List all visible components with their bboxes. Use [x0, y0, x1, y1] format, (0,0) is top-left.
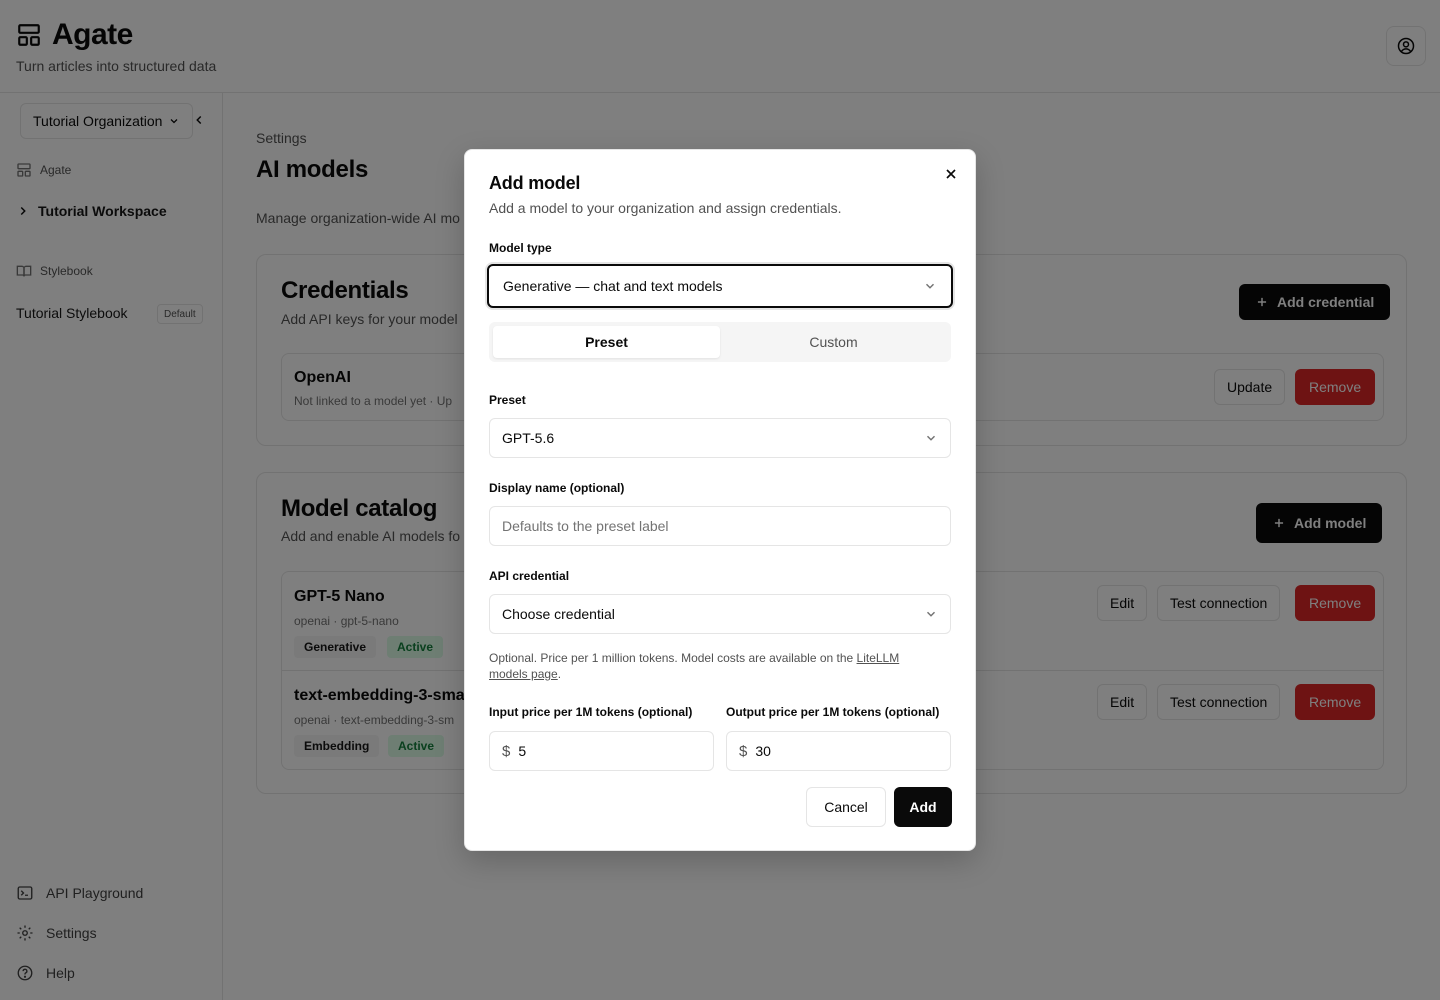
add-model-dialog: Add model Add a model to your organizati…	[464, 149, 976, 851]
chevron-down-icon	[925, 283, 935, 289]
display-name-placeholder: Defaults to the preset label	[502, 518, 669, 534]
currency-symbol: $	[502, 742, 511, 760]
close-icon[interactable]	[943, 166, 959, 182]
hint-text: Optional. Price per 1 million tokens. Mo…	[489, 651, 857, 665]
model-type-label: Model type	[489, 241, 552, 255]
input-price-label: Input price per 1M tokens (optional)	[489, 705, 693, 719]
currency-symbol: $	[739, 742, 748, 760]
model-type-value: Generative — chat and text models	[503, 278, 723, 294]
preset-custom-tabs: Preset Custom	[489, 322, 951, 362]
add-button[interactable]: Add	[894, 787, 952, 827]
preset-select[interactable]: GPT-5.6	[489, 418, 951, 458]
output-price-label: Output price per 1M tokens (optional)	[726, 705, 940, 719]
output-price-value: 30	[755, 743, 771, 759]
api-credential-select[interactable]: Choose credential	[489, 594, 951, 634]
display-name-label: Display name (optional)	[489, 481, 625, 495]
display-name-input[interactable]: Defaults to the preset label	[489, 506, 951, 546]
output-price-field[interactable]: $ 30	[726, 731, 951, 771]
tab-custom[interactable]: Custom	[720, 326, 947, 358]
chevron-down-icon	[926, 611, 936, 617]
tab-preset[interactable]: Preset	[493, 326, 720, 358]
dialog-title: Add model	[489, 173, 581, 193]
input-price-field[interactable]: $ 5	[489, 731, 714, 771]
hint-end: .	[557, 667, 562, 681]
dialog-description: Add a model to your organization and ass…	[489, 200, 842, 216]
chevron-down-icon	[926, 435, 936, 441]
api-credential-value: Choose credential	[502, 606, 615, 622]
preset-value: GPT-5.6	[502, 430, 555, 446]
cancel-button[interactable]: Cancel	[806, 787, 886, 827]
api-credential-label: API credential	[489, 569, 570, 583]
model-type-select[interactable]: Generative — chat and text models	[487, 264, 953, 308]
pricing-hint: Optional. Price per 1 million tokens. Mo…	[489, 650, 929, 682]
input-price-value: 5	[518, 743, 527, 759]
preset-label: Preset	[489, 393, 526, 407]
